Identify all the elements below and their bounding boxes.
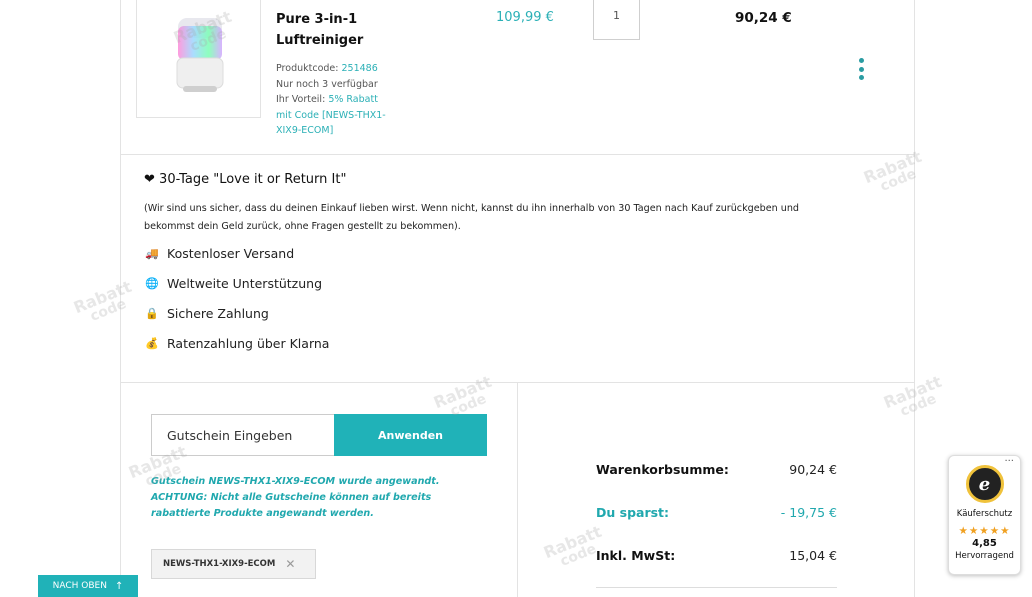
coupon-input[interactable] xyxy=(151,414,335,456)
feature-worldwide-support: 🌐 Weltweite Unterstützung xyxy=(144,276,322,291)
arrow-up-icon: ↑ xyxy=(114,580,124,592)
stock-info: Nur noch 3 verfügbar xyxy=(276,78,378,90)
savings-row: Du sparst: - 19,75 € xyxy=(596,505,837,520)
more-options-icon[interactable] xyxy=(854,58,868,80)
globe-icon: 🌐 xyxy=(145,277,159,290)
line-total: 90,24 € xyxy=(735,10,792,26)
buyer-protection-label: Käuferschutz xyxy=(956,509,1013,519)
coupon-message-line3: rabattierte Produkte angewandt werden. xyxy=(151,508,374,519)
subtotal-label: Warenkorbsumme: xyxy=(596,462,729,477)
apply-coupon-button[interactable]: Anwenden xyxy=(334,414,487,456)
guarantee-title-text: 30-Tage "Love it or Return It" xyxy=(159,172,347,187)
applied-coupon-code: NEWS-THX1-XIX9-ECOM xyxy=(163,559,276,569)
unit-price: 109,99 € xyxy=(496,10,554,25)
rating-score: 4,85 xyxy=(972,538,997,549)
feature-klarna: 💰 Ratenzahlung über Klarna xyxy=(144,336,329,351)
money-bag-icon: 💰 xyxy=(145,337,159,350)
advantage-value-line3: XIX9-ECOM] xyxy=(276,125,334,136)
truck-icon: 🚚 xyxy=(145,247,159,260)
feature-label: Weltweite Unterstützung xyxy=(167,276,323,291)
subtotal-value: 90,24 € xyxy=(789,462,837,477)
product-name-line1: Pure 3-in-1 xyxy=(276,12,358,27)
trusted-shops-seal-icon: e xyxy=(965,465,1004,503)
guarantee-title: ❤ 30-Tage "Love it or Return It" xyxy=(144,172,346,187)
feature-label: Sichere Zahlung xyxy=(167,306,269,321)
air-purifier-image xyxy=(176,18,224,92)
subtotal-row: Warenkorbsumme: 90,24 € xyxy=(596,462,837,477)
coupon-message: Gutschein NEWS-THX1-XIX9-ECOM wurde ange… xyxy=(151,474,481,522)
product-code-label: Produktcode: xyxy=(276,63,339,74)
feature-label: Kostenloser Versand xyxy=(167,246,295,261)
feature-secure-payment: 🔒 Sichere Zahlung xyxy=(144,306,269,321)
trusted-shops-badge[interactable]: ··· e Käuferschutz ★★★★★ 4,85 Hervorrage… xyxy=(948,455,1021,575)
product-image[interactable] xyxy=(136,0,261,118)
heart-icon: ❤ xyxy=(144,172,155,187)
remove-coupon-icon[interactable]: ✕ xyxy=(285,557,295,571)
savings-label: Du sparst: xyxy=(596,505,670,520)
coupon-message-line2: ACHTUNG: Nicht alle Gutscheine können au… xyxy=(151,492,432,503)
product-meta: Produktcode: 251486 Nur noch 3 verfügbar… xyxy=(276,61,406,139)
rating-stars-icon: ★★★★★ xyxy=(958,525,1011,537)
product-code-value: 251486 xyxy=(341,63,378,74)
product-name[interactable]: Pure 3-in-1 Luftreiniger xyxy=(276,9,396,51)
advantage-label: Ihr Vorteil: xyxy=(276,94,326,105)
tax-label: Inkl. MwSt: xyxy=(596,548,676,563)
quantity-input[interactable]: 1 xyxy=(593,0,640,40)
back-to-top-label: NACH OBEN xyxy=(52,581,107,591)
back-to-top-button[interactable]: NACH OBEN ↑ xyxy=(38,575,138,597)
guarantee-text: (Wir sind uns sicher, dass du deinen Ein… xyxy=(144,203,800,232)
rating-verdict: Hervorragend xyxy=(955,551,1014,561)
tax-row: Inkl. MwSt: 15,04 € xyxy=(596,548,837,563)
product-name-line2: Luftreiniger xyxy=(276,33,364,48)
divider xyxy=(517,383,518,597)
badge-menu-icon[interactable]: ··· xyxy=(1004,456,1014,467)
feature-label: Ratenzahlung über Klarna xyxy=(167,336,330,351)
feature-free-shipping: 🚚 Kostenloser Versand xyxy=(144,246,294,261)
advantage-value-line1: 5% Rabatt xyxy=(328,94,378,105)
lock-icon: 🔒 xyxy=(145,307,159,320)
applied-coupon-tag: NEWS-THX1-XIX9-ECOM ✕ xyxy=(151,549,316,579)
divider xyxy=(120,154,915,155)
savings-value: - 19,75 € xyxy=(780,505,837,520)
coupon-message-line1: Gutschein NEWS-THX1-XIX9-ECOM wurde ange… xyxy=(151,476,440,487)
tax-value: 15,04 € xyxy=(789,548,837,563)
advantage-value-line2: mit Code [NEWS-THX1- xyxy=(276,109,386,121)
divider xyxy=(596,587,837,588)
